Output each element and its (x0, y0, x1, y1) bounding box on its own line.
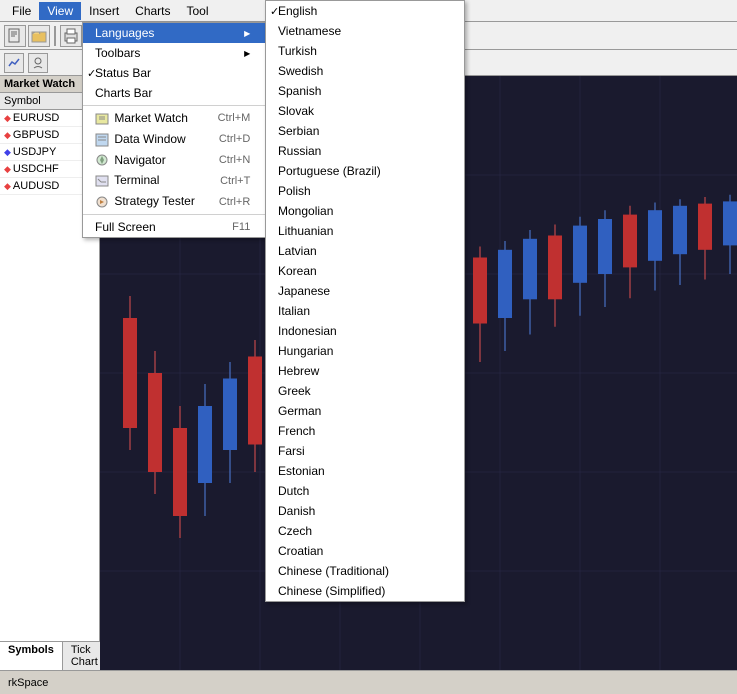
lang-danish[interactable]: Danish (266, 501, 464, 521)
market-watch-label: Market Watch (95, 111, 188, 126)
menu-insert[interactable]: Insert (81, 2, 127, 20)
toolbars-label: Toolbars (95, 46, 140, 60)
menu-item-data-window[interactable]: Data Window Ctrl+D (83, 129, 270, 150)
toolbar-sep-1 (54, 26, 56, 46)
menu-file[interactable]: File (4, 2, 39, 20)
terminal-icon: Terminal (95, 173, 159, 188)
market-watch-tabs: Symbols Tick Chart (0, 641, 99, 670)
market-watch-shortcut: Ctrl+M (218, 112, 251, 124)
symbol-name: USDJPY (13, 146, 56, 158)
print-btn[interactable] (60, 25, 82, 47)
lang-spanish[interactable]: Spanish (266, 81, 464, 101)
indicator-btn[interactable] (4, 53, 24, 73)
lang-farsi[interactable]: Farsi (266, 441, 464, 461)
up-icon: ◆ (4, 164, 11, 175)
lang-serbian[interactable]: Serbian (266, 121, 464, 141)
menu-separator-2 (83, 214, 270, 215)
symbol-name: EURUSD (13, 112, 59, 124)
lang-swedish[interactable]: Swedish (266, 61, 464, 81)
lang-slovak[interactable]: Slovak (266, 101, 464, 121)
lang-portuguese-brazil[interactable]: Portuguese (Brazil) (266, 161, 464, 181)
terminal-shortcut: Ctrl+T (220, 175, 250, 187)
menu-item-strategy-tester[interactable]: Strategy Tester Ctrl+R (83, 191, 270, 212)
lang-estonian[interactable]: Estonian (266, 461, 464, 481)
menu-separator-1 (83, 105, 270, 106)
lang-turkish[interactable]: Turkish (266, 41, 464, 61)
lang-polish[interactable]: Polish (266, 181, 464, 201)
lang-chinese-simplified[interactable]: Chinese (Simplified) (266, 581, 464, 601)
navigator-icon: Navigator (95, 153, 166, 168)
navigator-shortcut: Ctrl+N (219, 154, 250, 166)
menu-item-charts-bar[interactable]: Charts Bar (83, 83, 270, 103)
lang-italian[interactable]: Italian (266, 301, 464, 321)
status-bar-label: Status Bar (95, 66, 151, 80)
data-window-icon: Data Window (95, 132, 186, 147)
menu-view[interactable]: View (39, 2, 81, 20)
full-screen-label: Full Screen (95, 220, 156, 234)
menu-item-terminal[interactable]: Terminal Ctrl+T (83, 170, 270, 191)
lang-russian[interactable]: Russian (266, 141, 464, 161)
strategy-tester-shortcut: Ctrl+R (219, 196, 250, 208)
languages-label: Languages (95, 26, 154, 40)
up-icon: ◆ (4, 113, 11, 124)
full-screen-shortcut: F11 (232, 221, 250, 233)
strategy-tester-icon: Strategy Tester (95, 194, 195, 209)
lang-mongolian[interactable]: Mongolian (266, 201, 464, 221)
lang-english[interactable]: English (266, 1, 464, 21)
data-window-shortcut: Ctrl+D (219, 133, 250, 145)
expert-btn[interactable] (28, 53, 48, 73)
menu-item-market-watch[interactable]: Market Watch Ctrl+M (83, 108, 270, 129)
lang-czech[interactable]: Czech (266, 521, 464, 541)
menu-item-navigator[interactable]: Navigator Ctrl+N (83, 150, 270, 171)
charts-bar-label: Charts Bar (95, 86, 152, 100)
lang-croatian[interactable]: Croatian (266, 541, 464, 561)
lang-lithuanian[interactable]: Lithuanian (266, 221, 464, 241)
menu-item-toolbars[interactable]: Toolbars (83, 43, 270, 63)
open-btn[interactable] (28, 25, 50, 47)
tab-symbols[interactable]: Symbols (0, 642, 63, 670)
lang-greek[interactable]: Greek (266, 381, 464, 401)
menu-charts[interactable]: Charts (127, 2, 178, 20)
languages-submenu: English Vietnamese Turkish Swedish Spani… (265, 0, 465, 602)
up-icon: ◆ (4, 181, 11, 192)
view-dropdown-menu: Languages Toolbars Status Bar Charts Bar… (82, 22, 271, 238)
lang-english-label: English (278, 4, 317, 18)
workspace-label: rkSpace (8, 677, 48, 689)
up-icon: ◆ (4, 130, 11, 141)
menu-item-full-screen[interactable]: Full Screen F11 (83, 217, 270, 237)
status-bar: rkSpace (0, 670, 737, 694)
app-window: File View Insert Charts Tool ↖ ✛ H4 (0, 0, 737, 694)
lang-hungarian[interactable]: Hungarian (266, 341, 464, 361)
lang-latvian[interactable]: Latvian (266, 241, 464, 261)
lang-indonesian[interactable]: Indonesian (266, 321, 464, 341)
lang-dutch[interactable]: Dutch (266, 481, 464, 501)
menu-item-status-bar[interactable]: Status Bar (83, 63, 270, 83)
lang-french[interactable]: French (266, 421, 464, 441)
menu-item-languages[interactable]: Languages (83, 23, 270, 43)
symbol-name: USDCHF (13, 163, 59, 175)
lang-japanese[interactable]: Japanese (266, 281, 464, 301)
lang-chinese-traditional[interactable]: Chinese (Traditional) (266, 561, 464, 581)
lang-hebrew[interactable]: Hebrew (266, 361, 464, 381)
down-icon: ◆ (4, 147, 11, 158)
lang-korean[interactable]: Korean (266, 261, 464, 281)
symbol-name: AUDUSD (13, 180, 59, 192)
lang-german[interactable]: German (266, 401, 464, 421)
new-chart-btn[interactable] (4, 25, 26, 47)
symbol-name: GBPUSD (13, 129, 59, 141)
menu-tools[interactable]: Tool (179, 2, 217, 20)
lang-vietnamese[interactable]: Vietnamese (266, 21, 464, 41)
